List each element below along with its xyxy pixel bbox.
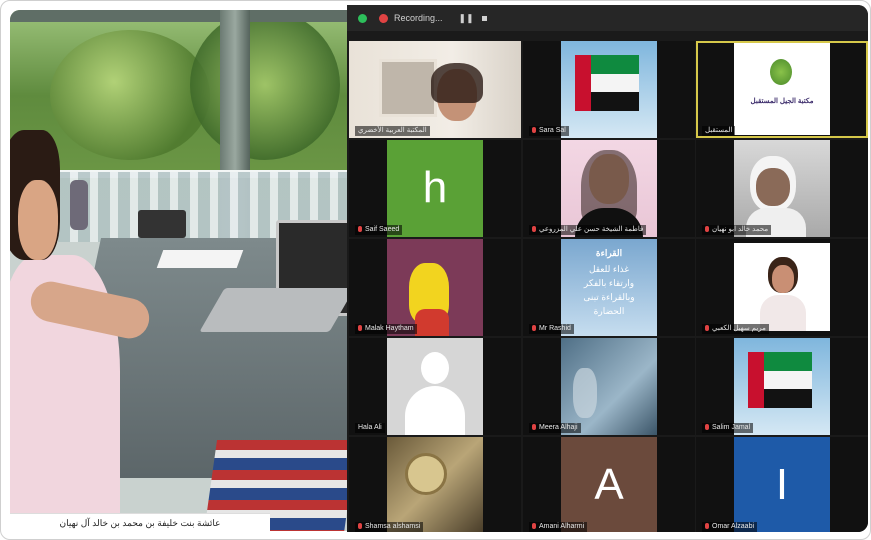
participant-tile[interactable]: Shamsa alshamsi: [349, 437, 521, 532]
participant-tile[interactable]: القراءة غذاء للعقل وارتقاء بالفكر وبالقر…: [523, 239, 695, 336]
participant-tile[interactable]: Sara Sal: [523, 41, 695, 138]
tissue-box: [138, 210, 186, 238]
participant-tile[interactable]: محمد خالد ابو نهيان: [696, 140, 868, 237]
participant-name: Saif Saeed: [355, 225, 403, 235]
flag-image: [734, 338, 830, 435]
poster-line: غذاء للعقل: [588, 264, 630, 274]
poster-line: القراءة: [595, 248, 623, 258]
participant-name: Salim Jamal: [702, 423, 754, 433]
participant-name: Mr Rashid: [529, 324, 574, 334]
avatar-letter: I: [734, 437, 830, 532]
security-shield-icon[interactable]: [358, 13, 367, 23]
cartoon-shirt: [415, 309, 449, 336]
poster-line: وارتقاء بالفكر: [583, 278, 635, 288]
participant-name: Sara Sal: [529, 126, 569, 136]
participant-name: Meera Alhaji: [529, 423, 581, 433]
participant-name: Shamsa alshamsi: [355, 522, 424, 532]
muted-mic-icon: [358, 523, 362, 529]
participant-tile-active-speaker[interactable]: مكتبة الجيل المستقبل المستقبل: [696, 41, 868, 138]
recording-label: Recording...: [394, 13, 443, 23]
muted-mic-icon: [705, 226, 709, 232]
poster-image: القراءة غذاء للعقل وارتقاء بالفكر وبالقر…: [561, 239, 657, 336]
decor-disc: [405, 453, 447, 495]
tree: [50, 30, 210, 160]
muted-mic-icon: [705, 424, 709, 430]
participant-name: Amani Alharmi: [529, 522, 588, 532]
participant-tile[interactable]: Salim Jamal: [696, 338, 868, 435]
zoom-top-bar: Recording... ❚❚: [347, 5, 868, 31]
avatar-letter: A: [561, 437, 657, 532]
participant-tile[interactable]: I Omar Alzaabi: [696, 437, 868, 532]
article-frame: عائشة بنت خليفة بن محمد بن خالد آل نهيان…: [0, 0, 871, 540]
avatar-letter: h: [387, 140, 483, 237]
participant-tile[interactable]: Malak Haytham: [349, 239, 521, 336]
flag-image: [561, 41, 657, 138]
papers: [156, 250, 244, 268]
tree: [190, 10, 340, 160]
stop-recording-icon[interactable]: [481, 15, 487, 21]
muted-mic-icon: [358, 325, 362, 331]
figure-silhouette: [573, 368, 597, 418]
teacher-hair: [431, 63, 483, 103]
laptop-keyboard: [199, 288, 347, 332]
person-silhouette-icon: [421, 352, 449, 384]
participant-tile[interactable]: Meera Alhaji: [523, 338, 695, 435]
participant-tile[interactable]: فاطمة الشيخة حسن علي المزروعي: [523, 140, 695, 237]
muted-mic-icon: [532, 226, 536, 232]
muted-mic-icon: [705, 325, 709, 331]
participant-name: Malak Haytham: [355, 324, 417, 334]
participant-tile[interactable]: A Amani Alharmi: [523, 437, 695, 532]
wall-picture: [379, 59, 437, 117]
participant-tile[interactable]: Hala Ali: [349, 338, 521, 435]
participant-tile[interactable]: مريم سهيل الكعبي: [696, 239, 868, 336]
library-logo: مكتبة الجيل المستقبل: [734, 43, 830, 135]
window-frame: [10, 10, 347, 22]
participant-name: المستقبل: [702, 126, 736, 136]
zoom-gallery-window: Recording... ❚❚ المكتبة العربية الأخضري …: [347, 5, 868, 532]
recording-dot-icon: [379, 13, 388, 23]
participant-name: المكتبة العربية الأخضري: [355, 126, 430, 136]
uae-flag-icon: [748, 352, 812, 408]
uae-flag-icon: [575, 55, 639, 111]
default-avatar: [387, 338, 483, 435]
vase: [70, 180, 88, 230]
muted-mic-icon: [358, 226, 362, 232]
participant-name: Omar Alzaabi: [702, 522, 758, 532]
poster-line: وبالقراءة تبنى: [583, 292, 635, 302]
poster-line: الحضارة: [593, 306, 625, 316]
participant-tile[interactable]: المكتبة العربية الأخضري: [349, 41, 521, 138]
classroom-photo: [10, 10, 347, 531]
muted-mic-icon: [532, 523, 536, 529]
participant-name: فاطمة الشيخة حسن علي المزروعي: [529, 225, 647, 235]
man-face: [756, 168, 790, 206]
logo-text: مكتبة الجيل المستقبل: [750, 98, 814, 105]
photo-caption: عائشة بنت خليفة بن محمد بن خالد آل نهيان: [10, 513, 270, 532]
pause-recording-icon[interactable]: ❚❚: [459, 13, 474, 24]
muted-mic-icon: [705, 523, 709, 529]
muted-mic-icon: [532, 424, 536, 430]
child-face: [772, 265, 794, 293]
participant-name: محمد خالد ابو نهيان: [702, 225, 772, 235]
student-face: [18, 180, 58, 260]
muted-mic-icon: [532, 325, 536, 331]
participant-tile[interactable]: h Saif Saeed: [349, 140, 521, 237]
muted-mic-icon: [532, 127, 536, 133]
person-silhouette-body: [405, 386, 465, 435]
tree-logo-icon: [770, 59, 792, 85]
participant-name: مريم سهيل الكعبي: [702, 324, 769, 334]
participant-name: Hala Ali: [355, 423, 385, 433]
